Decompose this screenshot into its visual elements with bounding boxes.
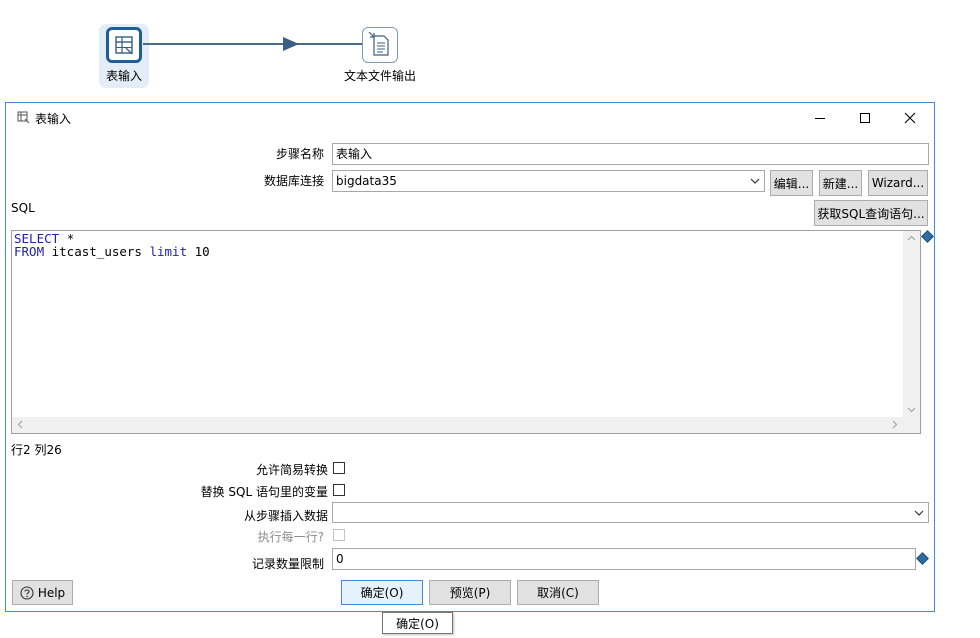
- hop-line-end[interactable]: [296, 43, 362, 45]
- wizard-button[interactable]: Wizard...: [868, 170, 928, 196]
- execute-each-row-checkbox[interactable]: [333, 529, 345, 541]
- cancel-button[interactable]: 取消(C): [517, 580, 599, 605]
- limit-input[interactable]: 0: [332, 548, 916, 570]
- connection-label: 数据库连接: [263, 174, 324, 188]
- connection-select[interactable]: bigdata35: [332, 170, 765, 192]
- table-input-step[interactable]: [106, 27, 142, 63]
- help-icon: [20, 585, 34, 600]
- help-button-label: Help: [37, 585, 66, 600]
- step-name-label: 步骤名称: [275, 147, 324, 161]
- maximize-icon: [860, 113, 870, 123]
- insert-from-step-label: 从步骤插入数据: [243, 509, 328, 523]
- scroll-up-icon[interactable]: [907, 235, 916, 241]
- close-icon: [904, 112, 916, 124]
- lazy-conversion-label: 允许简易转换: [255, 463, 328, 477]
- hop-arrow-icon: [283, 37, 299, 51]
- sql-editor[interactable]: [11, 230, 921, 434]
- new-connection-button[interactable]: 新建...: [819, 170, 862, 196]
- cursor-position: 行2 列26: [11, 443, 62, 457]
- text-file-output-step[interactable]: [362, 27, 398, 63]
- get-sql-button[interactable]: 获取SQL查询语句...: [814, 200, 928, 226]
- limit-label: 记录数量限制: [251, 557, 324, 571]
- maximize-button[interactable]: [842, 103, 888, 133]
- minimize-button[interactable]: [797, 103, 843, 133]
- execute-each-row-label: 执行每一行?: [257, 530, 324, 544]
- chevron-down-icon: [750, 178, 760, 184]
- scrollbar-corner: [903, 417, 920, 433]
- replace-variables-label: 替换 SQL 语句里的变量: [200, 485, 328, 499]
- preview-button[interactable]: 预览(P): [429, 580, 511, 605]
- connection-select-value: bigdata35: [336, 174, 397, 188]
- scroll-left-icon[interactable]: [17, 420, 23, 429]
- help-button[interactable]: Help: [12, 580, 73, 605]
- chevron-down-icon: [914, 510, 924, 516]
- edit-connection-button[interactable]: 编辑...: [770, 170, 813, 196]
- sql-horizontal-scrollbar[interactable]: [12, 417, 903, 433]
- minimize-icon: [815, 118, 825, 119]
- insert-from-step-select[interactable]: [332, 502, 929, 523]
- dialog-titlebar[interactable]: [6, 103, 934, 134]
- ok-tooltip: 确定(O): [382, 612, 453, 634]
- lazy-conversion-checkbox[interactable]: [333, 462, 345, 474]
- close-button[interactable]: [887, 103, 933, 133]
- text-file-output-step-label: 文本文件输出: [344, 69, 417, 83]
- text-file-output-icon: [368, 31, 389, 56]
- table-input-step-label: 表输入: [106, 69, 143, 83]
- sql-line-2: FROM itcast_users limit 10: [14, 244, 210, 259]
- dialog-title: 表输入: [35, 112, 72, 126]
- hop-line[interactable]: [143, 43, 293, 45]
- sql-label: SQL: [11, 201, 35, 215]
- scroll-right-icon[interactable]: [892, 420, 898, 429]
- table-input-icon: [115, 36, 133, 55]
- sql-vertical-scrollbar[interactable]: [903, 231, 920, 417]
- table-input-title-icon: [17, 111, 30, 124]
- replace-variables-checkbox[interactable]: [333, 484, 345, 496]
- scroll-down-icon[interactable]: [907, 407, 916, 413]
- step-name-input[interactable]: 表输入: [332, 143, 929, 165]
- ok-button[interactable]: 确定(O): [341, 580, 423, 605]
